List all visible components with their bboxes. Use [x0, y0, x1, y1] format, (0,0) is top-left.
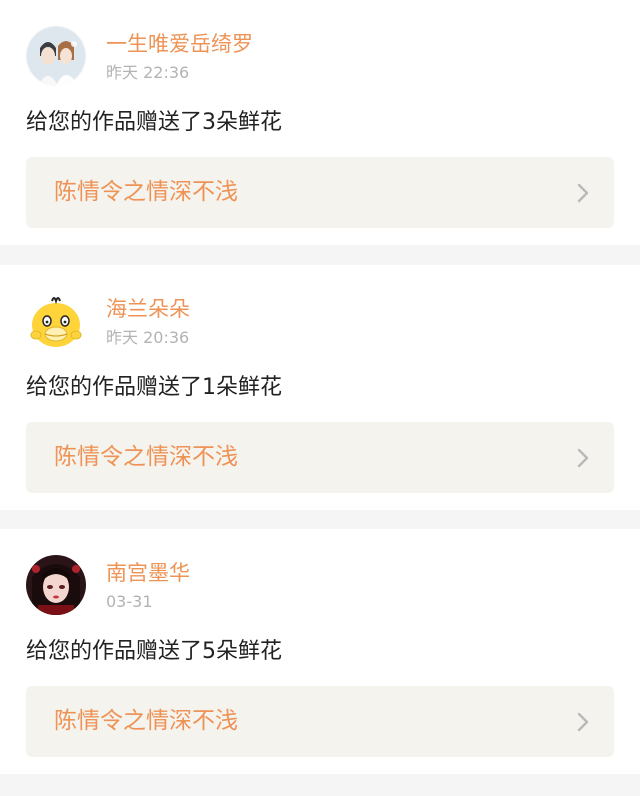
timestamp: 03-31 [106, 592, 153, 611]
avatar[interactable] [26, 555, 86, 615]
notification-card: 南宫墨华 03-31 给您的作品赠送了5朵鲜花 陈情令之情深不浅 [0, 529, 640, 774]
work-title: 陈情令之情深不浅 [54, 708, 238, 734]
work-link[interactable]: 陈情令之情深不浅 [26, 686, 614, 757]
chevron-right-icon [577, 712, 589, 732]
username[interactable]: 一生唯爱岳绮罗 [106, 30, 253, 58]
avatar[interactable] [26, 26, 86, 86]
gift-notification-feed: 一生唯爱岳绮罗 昨天 22:36 给您的作品赠送了3朵鲜花 陈情令之情深不浅 海… [0, 0, 640, 796]
timestamp: 昨天 22:36 [106, 63, 190, 82]
gift-message: 给您的作品赠送了5朵鲜花 [26, 639, 282, 664]
timestamp: 昨天 20:36 [106, 328, 190, 347]
chevron-right-icon [577, 448, 589, 468]
username[interactable]: 南宫墨华 [106, 559, 190, 587]
avatar[interactable] [26, 291, 86, 351]
notification-card: 海兰朵朵 昨天 20:36 给您的作品赠送了1朵鲜花 陈情令之情深不浅 [0, 265, 640, 510]
chevron-right-icon [577, 183, 589, 203]
work-title: 陈情令之情深不浅 [54, 444, 238, 470]
gift-message: 给您的作品赠送了1朵鲜花 [26, 375, 282, 400]
work-link[interactable]: 陈情令之情深不浅 [26, 157, 614, 228]
username[interactable]: 海兰朵朵 [106, 295, 190, 323]
work-title: 陈情令之情深不浅 [54, 179, 238, 205]
gift-message: 给您的作品赠送了3朵鲜花 [26, 110, 282, 135]
notification-card: 一生唯爱岳绮罗 昨天 22:36 给您的作品赠送了3朵鲜花 陈情令之情深不浅 [0, 0, 640, 245]
work-link[interactable]: 陈情令之情深不浅 [26, 422, 614, 493]
